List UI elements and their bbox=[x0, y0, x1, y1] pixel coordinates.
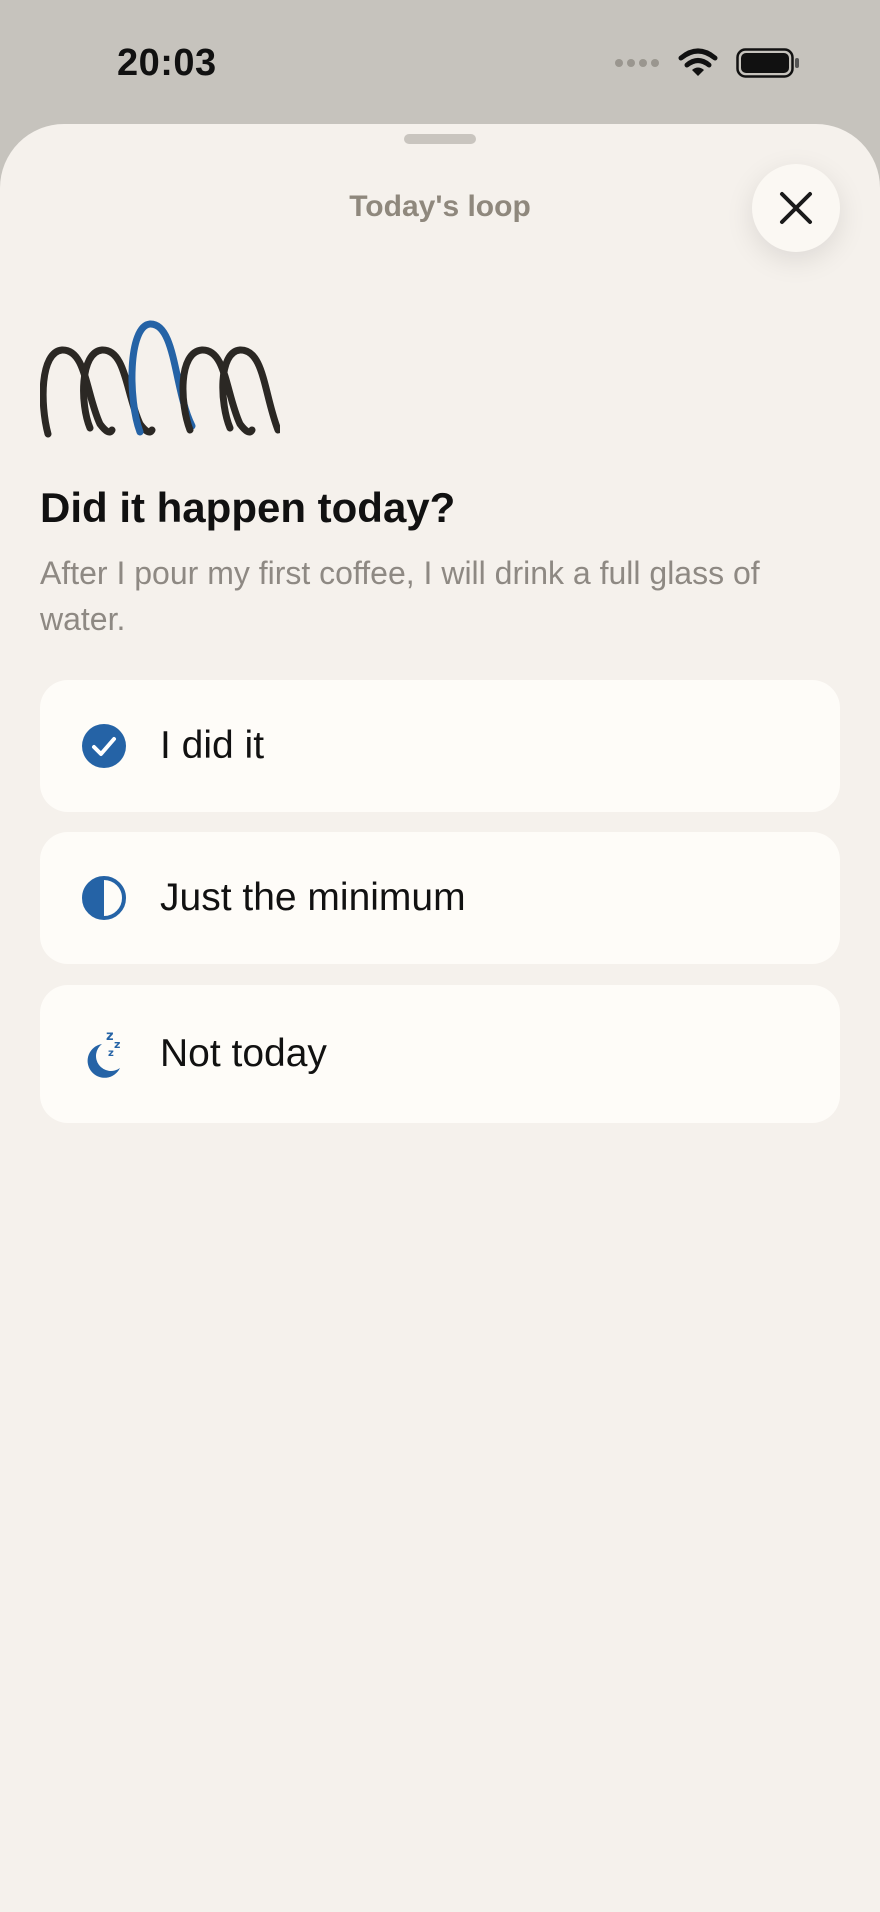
status-bar: 20:03 bbox=[0, 0, 880, 124]
loop-stroke-2 bbox=[80, 346, 156, 436]
option-label: I did it bbox=[160, 724, 265, 767]
status-time: 20:03 bbox=[117, 42, 217, 84]
bottom-sheet: Today's loop Did it happen today? After … bbox=[0, 124, 880, 1912]
loop-stroke-4 bbox=[179, 346, 256, 436]
sheet-grabber[interactable] bbox=[404, 134, 476, 144]
sheet-title: Today's loop bbox=[349, 190, 531, 223]
loop-stroke-1 bbox=[40, 346, 116, 438]
moon-zzz-icon: z z z bbox=[80, 1029, 128, 1078]
cellular-signal-icon bbox=[615, 59, 659, 67]
question-heading: Did it happen today? bbox=[40, 484, 456, 531]
status-icons bbox=[614, 48, 800, 78]
option-did-it[interactable]: I did it bbox=[40, 680, 840, 812]
loop-illustration bbox=[40, 320, 280, 438]
svg-text:z: z bbox=[114, 1038, 120, 1051]
option-label: Not today bbox=[160, 1032, 327, 1075]
half-circle-icon bbox=[80, 874, 128, 922]
option-just-minimum[interactable]: Just the minimum bbox=[40, 832, 840, 964]
habit-description: After I pour my first coffee, I will dri… bbox=[40, 555, 760, 637]
svg-text:z: z bbox=[108, 1048, 114, 1059]
option-label: Just the minimum bbox=[160, 876, 466, 919]
wifi-icon bbox=[678, 48, 718, 76]
option-not-today[interactable]: z z z Not today bbox=[40, 985, 840, 1123]
svg-text:z: z bbox=[106, 1029, 114, 1044]
close-button[interactable] bbox=[752, 164, 840, 252]
battery-icon bbox=[736, 48, 799, 78]
checkmark-circle-icon bbox=[80, 722, 128, 770]
close-icon bbox=[780, 192, 812, 224]
